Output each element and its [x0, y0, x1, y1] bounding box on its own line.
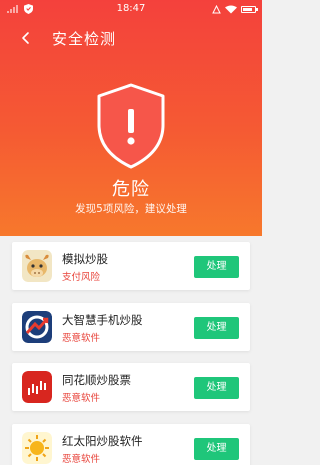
risk-type: 支付风险 [62, 272, 101, 283]
handle-button[interactable]: 处理 [194, 438, 239, 460]
warning-shield-icon [97, 83, 165, 169]
handle-button[interactable]: 处理 [194, 377, 239, 399]
app-name: 红太阳炒股软件 [62, 434, 143, 448]
back-arrow-icon[interactable] [14, 26, 38, 50]
risk-level-title: 危险 [112, 179, 150, 200]
list-item: 模拟炒股 支付风险 处理 [12, 242, 250, 290]
handle-button[interactable]: 处理 [194, 256, 239, 278]
risk-summary: 发现5项风险，建议处理 [75, 203, 187, 215]
status-bar: 18:47 [0, 0, 262, 18]
battery-icon [241, 5, 258, 13]
wifi-icon [225, 5, 237, 13]
cow-icon [22, 250, 52, 282]
list-item: 红太阳炒股软件 恶意软件 处理 [12, 424, 250, 465]
dzh-logo-icon [22, 311, 52, 343]
risk-type: 恶意软件 [62, 333, 101, 344]
handle-button[interactable]: 处理 [194, 317, 239, 339]
risk-type: 恶意软件 [62, 454, 101, 465]
status-bar-right [212, 0, 258, 18]
app-name: 同花顺炒股票 [62, 373, 131, 387]
security-scan-screen: 18:47 安全检测 危险 发现5项风险，建议处理 模拟炒股 支付风险 处理 大… [0, 0, 262, 465]
risk-type: 恶意软件 [62, 393, 101, 404]
page-title: 安全检测 [52, 30, 117, 48]
list-item: 同花顺炒股票 恶意软件 处理 [12, 363, 250, 411]
sun-icon [22, 432, 52, 464]
nav-bar: 安全检测 [0, 22, 262, 54]
app-name: 大智慧手机炒股 [62, 313, 143, 327]
stock-chart-icon [22, 371, 52, 403]
list-item: 大智慧手机炒股 恶意软件 处理 [12, 303, 250, 351]
alarm-icon [212, 4, 221, 13]
app-name: 模拟炒股 [62, 252, 108, 266]
